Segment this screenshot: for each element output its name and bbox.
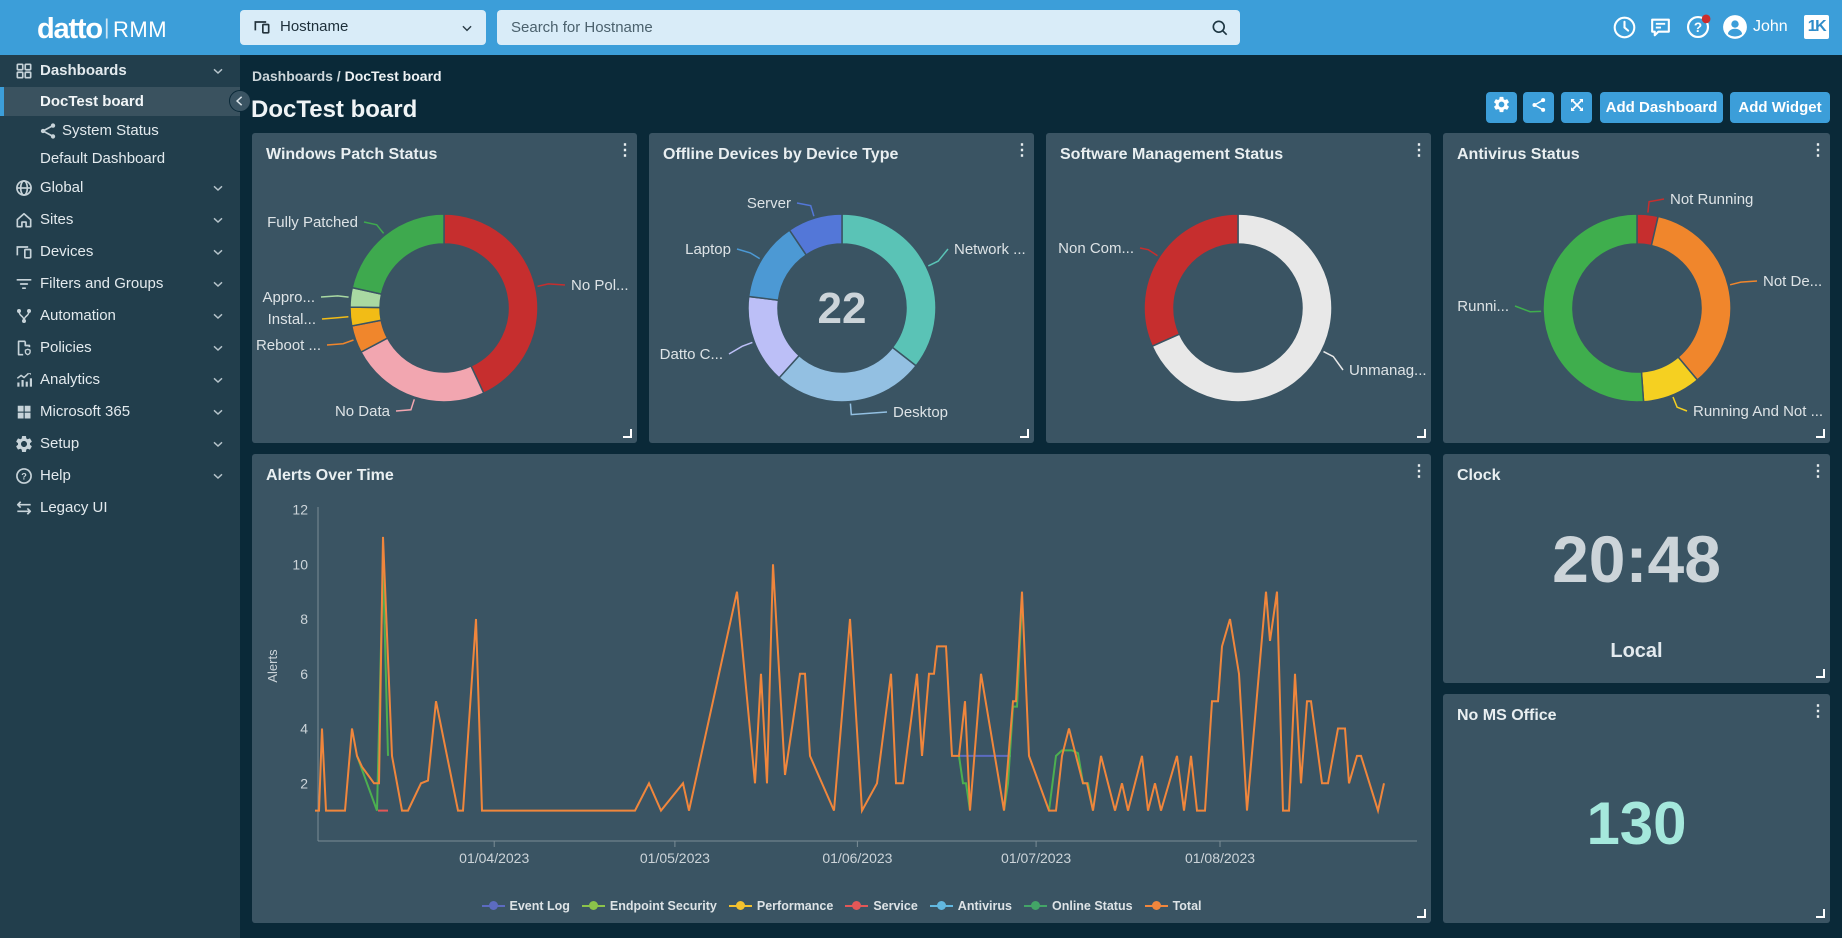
svg-text:6: 6: [300, 666, 308, 682]
svg-text:8: 8: [300, 611, 308, 627]
svg-text:Datto C...: Datto C...: [660, 346, 723, 363]
svg-text:No Pol...: No Pol...: [571, 277, 629, 294]
svg-text:Not Running: Not Running: [1670, 191, 1753, 208]
svg-text:01/07/2023: 01/07/2023: [1001, 850, 1071, 866]
svg-text:Instal...: Instal...: [268, 311, 316, 328]
svg-text:Network ...: Network ...: [954, 241, 1026, 258]
svg-text:?: ?: [21, 471, 27, 481]
svg-text:12: 12: [292, 502, 308, 518]
svg-text:01/05/2023: 01/05/2023: [640, 850, 710, 866]
svg-text:Running And Not ...: Running And Not ...: [1693, 403, 1823, 420]
svg-text:10: 10: [292, 556, 308, 572]
svg-text:Desktop: Desktop: [893, 404, 948, 421]
svg-text:01/04/2023: 01/04/2023: [459, 850, 529, 866]
svg-text:Appro...: Appro...: [262, 289, 315, 306]
svg-text:Fully Patched: Fully Patched: [267, 214, 358, 231]
svg-text:Unmanag...: Unmanag...: [1349, 362, 1427, 379]
svg-text:2: 2: [300, 775, 308, 791]
svg-text:Alerts: Alerts: [265, 649, 280, 683]
svg-text:No Data: No Data: [335, 403, 391, 420]
svg-text:?: ?: [1694, 20, 1702, 35]
svg-text:Non Com...: Non Com...: [1058, 240, 1134, 257]
svg-text:01/06/2023: 01/06/2023: [822, 850, 892, 866]
svg-text:Not De...: Not De...: [1763, 273, 1822, 290]
svg-text:4: 4: [300, 721, 308, 737]
svg-text:01/08/2023: 01/08/2023: [1185, 850, 1255, 866]
svg-text:Runni...: Runni...: [1457, 298, 1509, 315]
svg-text:Reboot ...: Reboot ...: [256, 337, 321, 354]
svg-text:22: 22: [818, 284, 867, 333]
svg-text:Laptop: Laptop: [685, 241, 731, 258]
svg-text:Server: Server: [747, 195, 791, 212]
